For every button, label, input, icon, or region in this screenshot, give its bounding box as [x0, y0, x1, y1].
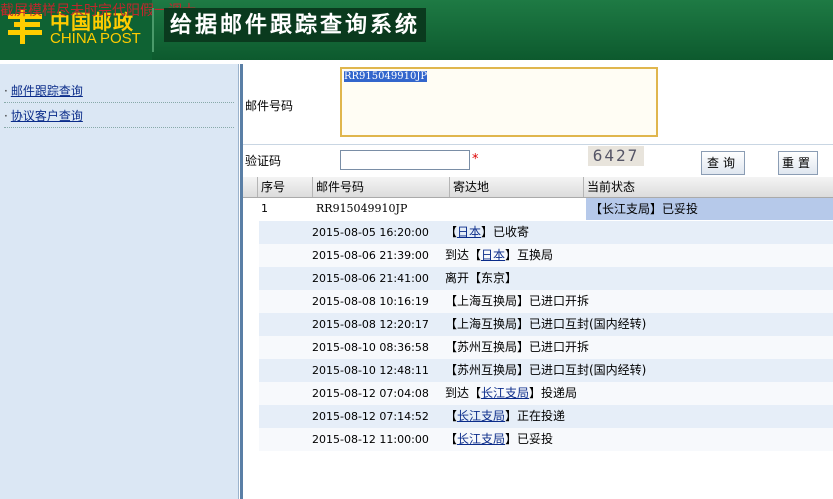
mail-number-input[interactable]: RR915049910JP [340, 67, 658, 137]
sidebar-item-label[interactable]: 邮件跟踪查询 [11, 84, 83, 98]
event-location-link[interactable]: 日本 [481, 248, 505, 262]
event-status: 【苏州互换局】已进口互封(国内经转) [445, 359, 646, 382]
event-time: 2015-08-10 12:48:11 [312, 364, 429, 377]
event-time: 2015-08-12 07:04:08 [312, 387, 429, 400]
sidebar-item-mail-tracking[interactable]: · 邮件跟踪查询 [4, 80, 234, 103]
event-status-prefix: 离开【东京】 [445, 271, 518, 285]
event-status-prefix: 【 [445, 225, 458, 239]
event-time: 2015-08-06 21:41:00 [312, 272, 429, 285]
mail-number-label: 邮件号码 [245, 99, 294, 113]
row-index: 1 [261, 202, 268, 215]
mail-number-row: 邮件号码 RR915049910JP [243, 64, 833, 145]
bullet-icon: · [4, 109, 8, 123]
query-button[interactable]: 查询 [701, 151, 745, 175]
event-status: 【长江支局】已妥投 [445, 428, 553, 451]
event-status: 【上海互换局】已进口开拆 [445, 290, 589, 313]
sidebar-item-customer-query[interactable]: · 协议客户查询 [4, 105, 234, 128]
detail-gutter [243, 220, 259, 499]
event-location-link[interactable]: 长江支局 [481, 386, 529, 400]
page-title: 给据邮件跟踪查询系统 [164, 8, 427, 42]
header-spacer [243, 177, 257, 197]
table-row[interactable]: 1 RR915049910JP 【长江支局】已妥投 [243, 198, 833, 220]
row-status: 【长江支局】已妥投 [586, 198, 833, 220]
event-status-prefix: 【 [445, 409, 458, 423]
sidebar: · 邮件跟踪查询 · 协议客户查询 [0, 64, 239, 499]
list-item: 2015-08-10 08:36:58 【苏州互换局】已进口开拆 [259, 336, 833, 359]
column-header-status: 当前状态 [583, 177, 833, 197]
event-time: 2015-08-10 08:36:58 [312, 341, 429, 354]
event-status-suffix: 】互换局 [505, 248, 554, 262]
row-mail-number: RR915049910JP [316, 202, 408, 215]
event-status-suffix: 】正在投递 [505, 409, 566, 423]
event-time: 2015-08-05 16:20:00 [312, 226, 429, 239]
event-status-prefix: 到达【 [445, 386, 482, 400]
column-header-index: 序号 [257, 177, 312, 197]
list-item: 2015-08-06 21:39:00 到达【日本】互换局 [259, 244, 833, 267]
list-item: 2015-08-12 07:14:52 【长江支局】正在投递 [259, 405, 833, 428]
column-header-mail-number: 邮件号码 [312, 177, 449, 197]
event-time: 2015-08-08 10:16:19 [312, 295, 429, 308]
event-status-suffix: 】投递局 [529, 386, 578, 400]
event-status-prefix: 【 [445, 432, 458, 446]
event-status-prefix: 【上海互换局】已进口开拆 [445, 294, 590, 308]
event-status-suffix: 】已妥投 [505, 432, 554, 446]
list-item: 2015-08-12 11:00:00 【长江支局】已妥投 [259, 428, 833, 451]
list-item: 2015-08-12 07:04:08 到达【长江支局】投递局 [259, 382, 833, 405]
list-item: 2015-08-08 10:16:19 【上海互换局】已进口开拆 [259, 290, 833, 313]
list-item: 2015-08-05 16:20:00 【日本】已收寄 [259, 221, 833, 244]
table-header: 序号 邮件号码 寄达地 当前状态 [243, 177, 833, 198]
verify-code-input[interactable] [340, 150, 470, 170]
query-form: 邮件号码 RR915049910JP 验证码 * 6427 查询 重置 [243, 64, 833, 176]
event-status-prefix: 【上海互换局】已进口互封(国内经转) [445, 317, 647, 331]
header-divider [152, 8, 154, 52]
event-status: 到达【日本】互换局 [445, 244, 553, 267]
logo-english-text: CHINA POST [50, 30, 141, 47]
page-title-text: 给据邮件跟踪查询系统 [170, 12, 421, 38]
verify-code-label: 验证码 [245, 154, 282, 168]
bullet-icon: · [4, 84, 8, 98]
sidebar-item-label[interactable]: 协议客户查询 [11, 109, 83, 123]
event-status: 【苏州互换局】已进口开拆 [445, 336, 589, 359]
event-time: 2015-08-12 07:14:52 [312, 410, 429, 423]
event-status: 离开【东京】 [445, 267, 517, 290]
page-header: 中国邮政 CHINA POST 截屏模样尽未时完代阳假一调士 给据邮件跟踪查询系… [0, 0, 833, 60]
list-item: 2015-08-06 21:41:00 离开【东京】 [259, 267, 833, 290]
results-table: 序号 邮件号码 寄达地 当前状态 1 RR915049910JP 【长江支局】已… [243, 177, 833, 499]
event-status: 到达【长江支局】投递局 [445, 382, 577, 405]
event-time: 2015-08-12 11:00:00 [312, 433, 429, 446]
event-status: 【上海互换局】已进口互封(国内经转) [445, 313, 646, 336]
event-location-link[interactable]: 长江支局 [457, 409, 505, 423]
event-status-suffix: 】已收寄 [481, 225, 530, 239]
event-time: 2015-08-06 21:39:00 [312, 249, 429, 262]
event-location-link[interactable]: 日本 [457, 225, 481, 239]
captcha-image[interactable]: 6427 [588, 146, 644, 166]
event-status: 【日本】已收寄 [445, 221, 529, 244]
event-status-prefix: 【苏州互换局】已进口开拆 [445, 340, 590, 354]
column-header-destination: 寄达地 [449, 177, 583, 197]
event-location-link[interactable]: 长江支局 [457, 432, 505, 446]
event-time: 2015-08-08 12:20:17 [312, 318, 429, 331]
event-status: 【长江支局】正在投递 [445, 405, 565, 428]
reset-button[interactable]: 重置 [778, 151, 818, 175]
event-status-prefix: 【苏州互换局】已进口互封(国内经转) [445, 363, 647, 377]
required-mark: * [472, 152, 479, 167]
mail-number-value: RR915049910JP [344, 71, 428, 82]
list-item: 2015-08-10 12:48:11 【苏州互换局】已进口互封(国内经转) [259, 359, 833, 382]
list-item: 2015-08-08 12:20:17 【上海互换局】已进口互封(国内经转) [259, 313, 833, 336]
event-status-prefix: 到达【 [445, 248, 482, 262]
